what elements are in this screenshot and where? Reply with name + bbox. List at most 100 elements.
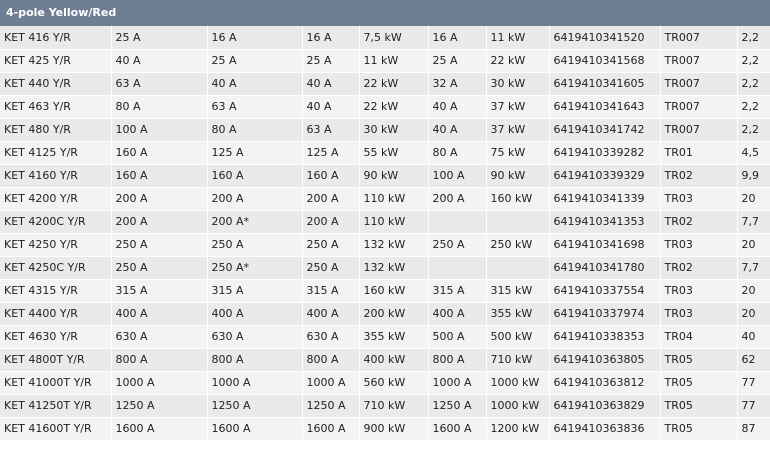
cell-rated-current: 25 A: [111, 26, 208, 50]
cell-model: KET 4250 Y/R: [0, 233, 112, 257]
cell-ac22-current: 16 A: [302, 26, 360, 50]
cell-weight: 20: [737, 279, 770, 303]
cell-ac23-power-690v: 1000 kW: [486, 371, 550, 395]
cell-ac22-current: 1600 A: [302, 417, 360, 441]
cell-weight: 77: [737, 394, 770, 418]
cell-model: KET 41000T Y/R: [0, 371, 112, 395]
cell-ac21-current: 315 A: [207, 279, 303, 303]
cell-ac3-current: 400 A: [428, 302, 487, 326]
cell-ac23-power-690v: 250 kW: [486, 233, 550, 257]
cell-ean-code: 6419410339282: [549, 141, 661, 165]
cell-ean-code: 6419410363805: [549, 348, 661, 372]
table-row: KET 4160 Y/R 160 A 160 A 160 A 90 kW 100 A 90 …: [0, 164, 770, 188]
cell-weight: 7,7: [737, 256, 770, 280]
cell-shaft-type: TR05: [660, 371, 738, 395]
cell-shaft-type: TR03: [660, 279, 738, 303]
cell-ac23-power-690v: 37 kW: [486, 118, 550, 142]
cell-ac23-power-690v: 355 kW: [486, 302, 550, 326]
cell-ean-code: 6419410341605: [549, 72, 661, 96]
cell-rated-current: 80 A: [111, 95, 208, 119]
cell-ac22-current: 1250 A: [302, 394, 360, 418]
cell-shaft-type: TR01: [660, 141, 738, 165]
cell-ac3-current: 800 A: [428, 348, 487, 372]
cell-ac23-power-690v: [486, 210, 550, 234]
cell-weight: 77: [737, 371, 770, 395]
table-title: 4-pole Yellow/Red: [0, 0, 770, 26]
cell-weight: 7,7: [737, 210, 770, 234]
cell-model: KET 480 Y/R: [0, 118, 112, 142]
cell-shaft-type: TR03: [660, 187, 738, 211]
cell-ac21-current: 40 A: [207, 72, 303, 96]
cell-ac22-current: 63 A: [302, 118, 360, 142]
cell-ac3-current: 1000 A: [428, 371, 487, 395]
cell-weight: 20: [737, 302, 770, 326]
cell-shaft-type: TR02: [660, 210, 738, 234]
cell-rated-current: 1000 A: [111, 371, 208, 395]
cell-ac23-power-400v: 110 kW: [359, 187, 429, 211]
cell-model: KET 4630 Y/R: [0, 325, 112, 349]
cell-shaft-type: TR04: [660, 325, 738, 349]
cell-ean-code: 6419410363829: [549, 394, 661, 418]
table-row: KET 480 Y/R 100 A 80 A 63 A 30 kW 40 A 37 kW 64…: [0, 118, 770, 142]
cell-rated-current: 250 A: [111, 256, 208, 280]
product-table: KET 416 Y/R 25 A 16 A 16 A 7,5 kW 16 A 11 kW 64…: [0, 26, 770, 441]
cell-ac23-power-690v: 11 kW: [486, 26, 550, 50]
cell-ac22-current: 630 A: [302, 325, 360, 349]
cell-ac21-current: 80 A: [207, 118, 303, 142]
cell-ean-code: 6419410341742: [549, 118, 661, 142]
cell-ean-code: 6419410338353: [549, 325, 661, 349]
cell-weight: 20: [737, 187, 770, 211]
cell-ac22-current: 250 A: [302, 233, 360, 257]
table-row: KET 4200 Y/R 200 A 200 A 200 A 110 kW 200 A 16…: [0, 187, 770, 211]
cell-ac22-current: 200 A: [302, 187, 360, 211]
cell-ac23-power-690v: 500 kW: [486, 325, 550, 349]
cell-rated-current: 630 A: [111, 325, 208, 349]
cell-ac3-current: [428, 210, 487, 234]
cell-shaft-type: TR007: [660, 26, 738, 50]
cell-ac23-power-400v: 900 kW: [359, 417, 429, 441]
cell-ean-code: 6419410341780: [549, 256, 661, 280]
cell-shaft-type: TR02: [660, 256, 738, 280]
cell-model: KET 463 Y/R: [0, 95, 112, 119]
cell-rated-current: 1250 A: [111, 394, 208, 418]
cell-shaft-type: TR007: [660, 118, 738, 142]
table-body: KET 416 Y/R 25 A 16 A 16 A 7,5 kW 16 A 11 kW 64…: [0, 26, 770, 441]
cell-weight: 2,2: [737, 118, 770, 142]
cell-ac21-current: 160 A: [207, 164, 303, 188]
cell-ac23-power-400v: 400 kW: [359, 348, 429, 372]
cell-ac22-current: 125 A: [302, 141, 360, 165]
cell-ac23-power-400v: 710 kW: [359, 394, 429, 418]
cell-rated-current: 63 A: [111, 72, 208, 96]
cell-ac23-power-690v: 75 kW: [486, 141, 550, 165]
table-row: KET 4200C Y/R 200 A 200 A* 200 A 110 kW 64194…: [0, 210, 770, 234]
cell-ean-code: 6419410341698: [549, 233, 661, 257]
cell-ac3-current: 40 A: [428, 118, 487, 142]
cell-ac3-current: 250 A: [428, 233, 487, 257]
cell-model: KET 41600T Y/R: [0, 417, 112, 441]
cell-ac23-power-400v: 7,5 kW: [359, 26, 429, 50]
cell-ac23-power-400v: 22 kW: [359, 72, 429, 96]
cell-ac22-current: 200 A: [302, 210, 360, 234]
cell-model: KET 416 Y/R: [0, 26, 112, 50]
table-row: KET 41000T Y/R 1000 A 1000 A 1000 A 560 kW 10…: [0, 371, 770, 395]
cell-shaft-type: TR05: [660, 394, 738, 418]
cell-ac21-current: 200 A*: [207, 210, 303, 234]
cell-ac21-current: 200 A: [207, 187, 303, 211]
cell-rated-current: 160 A: [111, 164, 208, 188]
cell-ac23-power-690v: 315 kW: [486, 279, 550, 303]
table-row: KET 4250C Y/R 250 A 250 A* 250 A 132 kW 64194…: [0, 256, 770, 280]
cell-ac23-power-400v: 160 kW: [359, 279, 429, 303]
table-row: KET 463 Y/R 80 A 63 A 40 A 22 kW 40 A 37 kW 641…: [0, 95, 770, 119]
cell-ean-code: 6419410337554: [549, 279, 661, 303]
cell-weight: 2,2: [737, 26, 770, 50]
cell-rated-current: 315 A: [111, 279, 208, 303]
cell-ac23-power-690v: 1200 kW: [486, 417, 550, 441]
cell-ac22-current: 25 A: [302, 49, 360, 73]
cell-ac23-power-400v: 110 kW: [359, 210, 429, 234]
cell-ac22-current: 40 A: [302, 72, 360, 96]
cell-ac22-current: 315 A: [302, 279, 360, 303]
table-row: KET 416 Y/R 25 A 16 A 16 A 7,5 kW 16 A 11 kW 64…: [0, 26, 770, 50]
cell-ac22-current: 1000 A: [302, 371, 360, 395]
cell-ac23-power-400v: 11 kW: [359, 49, 429, 73]
cell-model: KET 4200 Y/R: [0, 187, 112, 211]
